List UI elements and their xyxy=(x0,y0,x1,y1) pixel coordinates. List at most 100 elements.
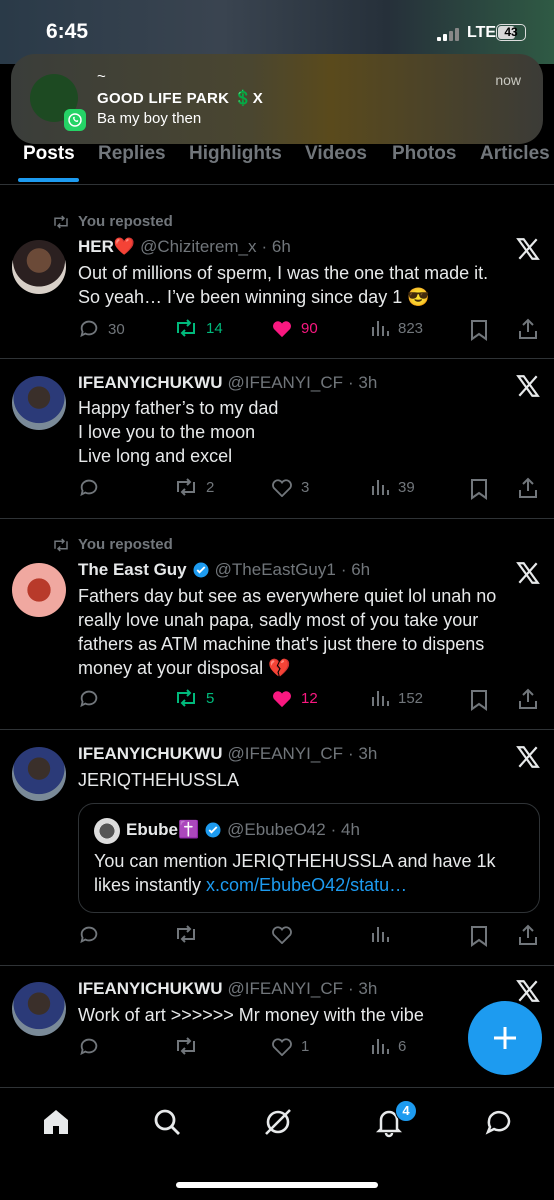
views-button[interactable]: 152 xyxy=(370,688,423,708)
post-actions: 30 14 90 823 xyxy=(78,318,548,342)
repost-indicator: You reposted xyxy=(52,536,173,553)
avatar[interactable] xyxy=(12,240,66,294)
bookmark-icon[interactable] xyxy=(470,925,488,947)
author-handle[interactable]: @Chiziterem_x xyxy=(140,237,256,257)
notification-title: GOOD LIFE PARK 💲X xyxy=(97,90,264,107)
profile-tabs: Posts Replies Highlights Videos Photos A… xyxy=(0,140,554,185)
battery-icon: 43 xyxy=(496,24,526,41)
repost-count: 14 xyxy=(206,319,223,337)
view-count: 6 xyxy=(398,1037,407,1055)
like-button[interactable]: 12 xyxy=(271,688,318,708)
author-handle[interactable]: @TheEastGuy1 xyxy=(215,560,336,580)
avatar[interactable] xyxy=(12,376,66,430)
post-line: Happy father’s to my dad xyxy=(78,398,279,418)
repost-button[interactable]: 2 xyxy=(174,477,214,497)
post-line: fathers as ATM machine that's just there… xyxy=(78,634,485,654)
repost-button[interactable] xyxy=(174,1036,198,1056)
bookmark-icon[interactable] xyxy=(470,319,488,341)
compose-button[interactable] xyxy=(468,1001,542,1075)
author-handle[interactable]: @IFEANYI_CF xyxy=(228,373,344,393)
quote-link[interactable]: x.com/EbubeO42/statu… xyxy=(206,875,407,895)
bookmark-icon[interactable] xyxy=(470,689,488,711)
repost-button[interactable] xyxy=(174,924,198,944)
avatar[interactable] xyxy=(12,747,66,801)
post-header: IFEANYICHUKWU @IFEANYI_CF · 3h xyxy=(78,373,377,393)
notification-banner[interactable]: ~ GOOD LIFE PARK 💲X Ba my boy then now xyxy=(11,54,543,144)
share-icon[interactable] xyxy=(518,477,538,499)
author-name[interactable]: IFEANYICHUKWU xyxy=(78,744,223,764)
heart-icon xyxy=(272,321,292,338)
views-button[interactable]: 6 xyxy=(370,1036,406,1056)
like-count: 12 xyxy=(301,689,318,707)
author-handle[interactable]: @IFEANYI_CF xyxy=(228,979,344,999)
post-header: IFEANYICHUKWU @IFEANYI_CF · 3h xyxy=(78,979,377,999)
heart-icon xyxy=(272,479,292,497)
repost-button[interactable]: 14 xyxy=(174,318,223,338)
tab-videos[interactable]: Videos xyxy=(305,143,367,165)
avatar[interactable] xyxy=(12,982,66,1036)
like-button[interactable]: 1 xyxy=(271,1036,309,1056)
repost-icon xyxy=(54,537,68,552)
post-time: · 3h xyxy=(348,979,378,998)
quoted-post[interactable]: Ebube✝️ @EbubeO42 · 4h You can mention J… xyxy=(78,803,540,913)
like-button[interactable] xyxy=(271,924,293,944)
post-text: Out of millions of sperm, I was the one … xyxy=(78,261,538,309)
post-line: I love you to the moon xyxy=(78,422,256,442)
post-text: JERIQTHEHUSSLA xyxy=(78,768,538,792)
share-icon[interactable] xyxy=(518,318,538,340)
post-line: Out of millions of sperm, I was the one … xyxy=(78,263,489,283)
tab-posts[interactable]: Posts xyxy=(23,143,75,165)
signal-icon xyxy=(437,28,459,41)
share-icon[interactable] xyxy=(518,688,538,710)
tab-photos[interactable]: Photos xyxy=(392,143,456,165)
views-icon xyxy=(372,321,389,336)
home-icon[interactable] xyxy=(40,1106,72,1138)
reply-button[interactable] xyxy=(78,688,100,710)
post[interactable]: IFEANYICHUKWU @IFEANYI_CF · 3h Happy fat… xyxy=(0,359,554,519)
x-logo-icon xyxy=(516,562,540,584)
notification-sender: ~ xyxy=(97,68,106,85)
repost-button[interactable]: 5 xyxy=(174,688,214,708)
tab-highlights[interactable]: Highlights xyxy=(189,143,282,165)
repost-icon xyxy=(177,319,195,337)
like-button[interactable]: 90 xyxy=(271,318,318,338)
notification-message: Ba my boy then xyxy=(97,110,202,127)
repost-indicator: You reposted xyxy=(52,213,173,230)
messages-icon[interactable] xyxy=(483,1106,515,1138)
bookmark-icon[interactable] xyxy=(470,478,488,500)
views-button[interactable]: 39 xyxy=(370,477,415,497)
reply-icon xyxy=(80,1038,98,1056)
grok-icon[interactable] xyxy=(262,1106,294,1138)
post[interactable]: You reposted HER❤️ @Chiziterem_x · 6h Ou… xyxy=(0,200,554,359)
reply-button[interactable]: 30 xyxy=(78,318,125,340)
reply-button[interactable] xyxy=(78,924,100,946)
heart-icon xyxy=(272,691,292,708)
author-name[interactable]: IFEANYICHUKWU xyxy=(78,979,223,999)
like-button[interactable]: 3 xyxy=(271,477,309,497)
tab-replies[interactable]: Replies xyxy=(98,143,166,165)
like-count: 1 xyxy=(301,1037,310,1055)
repost-count: 5 xyxy=(206,689,215,707)
quote-header: Ebube✝️ @EbubeO42 · 4h xyxy=(126,820,360,840)
post[interactable]: You reposted The East Guy @TheEastGuy1 ·… xyxy=(0,519,554,730)
reply-button[interactable] xyxy=(78,1036,100,1058)
post-line: Live long and excel xyxy=(78,446,233,466)
post-actions: 5 12 152 xyxy=(78,688,548,712)
reply-icon xyxy=(80,479,98,497)
reply-button[interactable] xyxy=(78,477,100,499)
share-icon[interactable] xyxy=(518,924,538,946)
active-tab-indicator xyxy=(18,178,79,182)
author-name[interactable]: IFEANYICHUKWU xyxy=(78,373,223,393)
post-actions xyxy=(78,924,548,948)
tab-articles[interactable]: Articles xyxy=(480,143,550,165)
author-name[interactable]: The East Guy xyxy=(78,560,187,580)
author-name[interactable]: HER❤️ xyxy=(78,237,135,257)
post[interactable]: IFEANYICHUKWU @IFEANYI_CF · 3h JERIQTHEH… xyxy=(0,730,554,966)
views-button[interactable]: 823 xyxy=(370,318,423,338)
views-button[interactable] xyxy=(370,924,390,944)
author-handle[interactable]: @IFEANYI_CF xyxy=(228,744,344,764)
search-icon[interactable] xyxy=(151,1106,183,1138)
quote-line: You can mention JERIQTHEHUSSLA and have … xyxy=(94,851,496,871)
avatar[interactable] xyxy=(12,563,66,617)
repost-label: You reposted xyxy=(78,536,173,553)
